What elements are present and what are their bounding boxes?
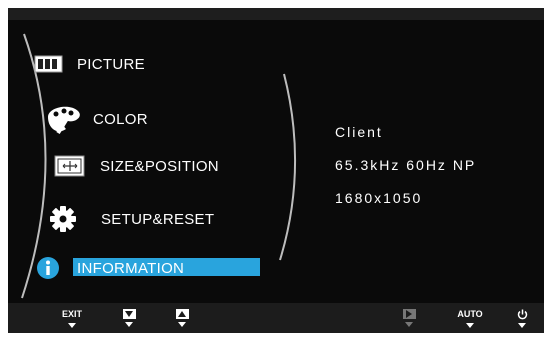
triangle-up-icon: [175, 309, 189, 319]
auto-button[interactable]: AUTO: [456, 303, 484, 333]
enter-button[interactable]: [397, 303, 421, 333]
picture-icon: [34, 54, 64, 74]
chevron-down-icon: [466, 323, 474, 328]
down-button[interactable]: [117, 303, 141, 333]
auto-label: AUTO: [457, 309, 483, 319]
gear-icon: [50, 206, 76, 232]
size-position-icon: [54, 155, 86, 177]
power-icon: [517, 308, 528, 320]
menu-item-picture[interactable]: PICTURE: [34, 54, 145, 74]
play-icon: [402, 309, 416, 319]
menu-item-color[interactable]: COLOR: [44, 103, 148, 135]
chevron-down-icon: [405, 322, 413, 327]
triangle-down-icon: [122, 309, 136, 319]
control-bar: EXIT AUTO: [8, 303, 544, 333]
menu-item-setup-reset[interactable]: SETUP&RESET: [50, 206, 214, 232]
osd-menu: PICTURE COLOR SIZE&POSITION SETUP&RESET …: [8, 8, 544, 333]
chevron-down-icon: [125, 322, 133, 327]
chevron-down-icon: [518, 323, 526, 328]
power-button[interactable]: [512, 303, 532, 333]
info-icon: [36, 256, 60, 280]
exit-label: EXIT: [61, 309, 82, 319]
palette-icon: [44, 103, 84, 135]
menu-item-label: SIZE&POSITION: [100, 157, 219, 175]
menu-item-label: COLOR: [93, 110, 148, 128]
info-frequency: 65.3kHz 60Hz NP: [335, 157, 477, 173]
menu-item-label: SETUP&RESET: [101, 210, 215, 228]
menu-item-label: PICTURE: [77, 55, 145, 73]
info-source: Client: [335, 124, 383, 140]
chevron-down-icon: [178, 322, 186, 327]
chevron-down-icon: [68, 323, 76, 328]
menu-item-information[interactable]: INFORMATION: [36, 256, 184, 280]
menu-item-size-position[interactable]: SIZE&POSITION: [54, 155, 219, 177]
menu-item-label: INFORMATION: [77, 259, 185, 277]
info-resolution: 1680x1050: [335, 190, 423, 206]
exit-button[interactable]: EXIT: [60, 303, 84, 333]
up-button[interactable]: [170, 303, 194, 333]
